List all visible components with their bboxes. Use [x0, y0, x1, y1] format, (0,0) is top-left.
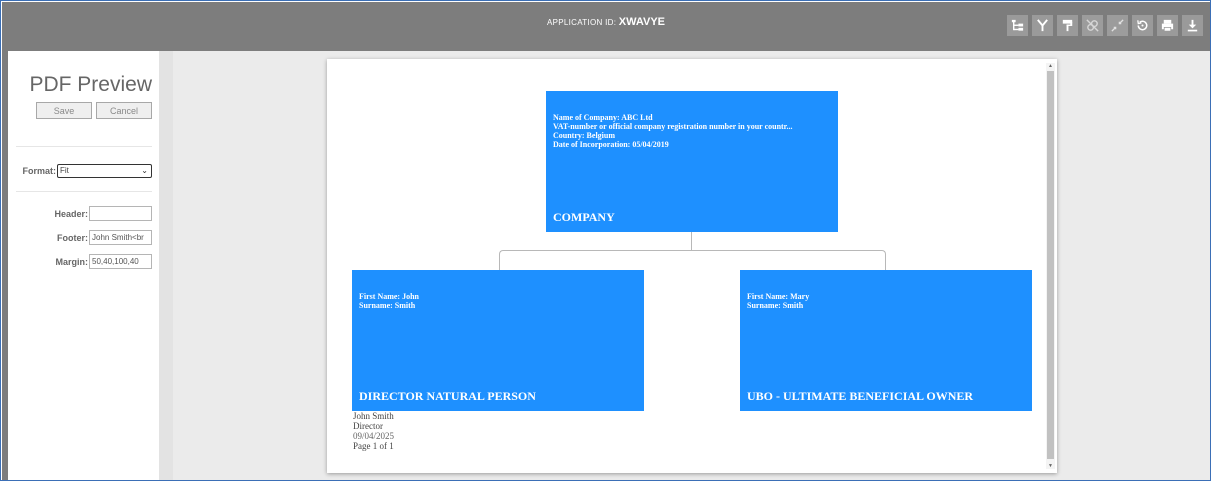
format-label: Format:	[22, 166, 57, 176]
format-select[interactable]: Fit ⌄	[57, 164, 152, 178]
unlink-button[interactable]	[1082, 15, 1103, 36]
top-bar: APPLICATION ID: XWAVYE	[2, 2, 1210, 51]
ubo-detail-line: Surname: Smith	[747, 301, 804, 310]
company-node[interactable]: Name of Company: ABC Ltd VAT-number or o…	[546, 91, 838, 232]
director-detail-line: First Name: John	[359, 292, 419, 301]
application-id-label: APPLICATION ID:	[546, 18, 617, 27]
connector-line	[692, 250, 886, 270]
unlink-icon	[1086, 19, 1099, 32]
format-select-value: Fit	[60, 166, 69, 175]
scrollbar-thumb[interactable]	[1047, 71, 1054, 459]
scroll-up-arrow-icon[interactable]: ▲	[1046, 63, 1055, 69]
collapse-button[interactable]	[1107, 15, 1128, 36]
company-detail-line: VAT-number or official company registrat…	[553, 122, 793, 131]
hierarchy-button[interactable]	[1007, 15, 1028, 36]
preview-edge	[159, 51, 173, 480]
save-button[interactable]: Save	[36, 102, 92, 119]
footer-title: Director	[353, 421, 383, 431]
company-role: COMPANY	[553, 210, 615, 224]
download-button[interactable]	[1182, 15, 1203, 36]
cancel-button[interactable]: Cancel	[96, 102, 152, 119]
director-node[interactable]: First Name: John Surname: Smith DIRECTOR…	[352, 270, 644, 411]
paint-roller-icon	[1062, 19, 1073, 32]
ubo-role: UBO - ULTIMATE BENEFICIAL OWNER	[747, 389, 974, 403]
margin-input[interactable]: 50,40,100,40	[89, 254, 152, 269]
company-detail-line: Date of Incorporation: 05/04/2019	[553, 140, 669, 149]
print-button[interactable]	[1157, 15, 1178, 36]
branch-icon	[1037, 19, 1048, 32]
footer-label: Footer:	[57, 233, 88, 243]
footer-page: Page 1 of 1	[353, 441, 394, 451]
director-detail-line: Surname: Smith	[359, 301, 416, 310]
director-details: First Name: John Surname: Smith	[359, 292, 641, 310]
connector-line	[691, 232, 692, 250]
divider	[16, 191, 152, 192]
divider	[16, 146, 152, 147]
pdf-page[interactable]: Name of Company: ABC Ltd VAT-number or o…	[327, 59, 1057, 473]
director-role: DIRECTOR NATURAL PERSON	[359, 389, 536, 403]
company-details: Name of Company: ABC Ltd VAT-number or o…	[553, 113, 835, 149]
pdf-footer: John Smith Director 09/04/2025 Page 1 of…	[353, 411, 394, 451]
reset-icon	[1137, 20, 1148, 31]
footer-date: 09/04/2025	[353, 431, 395, 441]
company-detail-line: Country: Belgium	[553, 131, 615, 140]
hierarchy-icon	[1011, 19, 1024, 31]
header-input[interactable]	[89, 206, 152, 221]
application-window: APPLICATION ID: XWAVYE PDF Preview Save …	[0, 0, 1211, 481]
print-icon	[1161, 19, 1174, 32]
toolbar	[1007, 15, 1203, 36]
scroll-down-arrow-icon[interactable]: ▼	[1046, 463, 1055, 469]
ubo-detail-line: First Name: Mary	[747, 292, 810, 301]
application-id-value: XWAVYE	[618, 16, 666, 28]
paint-roller-button[interactable]	[1057, 15, 1078, 36]
collapse-icon	[1111, 19, 1124, 32]
header-label: Header:	[54, 209, 88, 219]
company-detail-line: Name of Company: ABC Ltd	[553, 113, 653, 122]
reset-button[interactable]	[1132, 15, 1153, 36]
branch-button[interactable]	[1032, 15, 1053, 36]
ubo-details: First Name: Mary Surname: Smith	[747, 292, 1029, 310]
scrollbar[interactable]: ▲ ▼	[1046, 63, 1055, 469]
panel-title: PDF Preview	[29, 73, 152, 96]
chevron-down-icon: ⌄	[141, 166, 148, 175]
margin-label: Margin:	[55, 257, 89, 267]
footer-input[interactable]: John Smith<br	[89, 230, 152, 245]
connector-line	[499, 250, 693, 270]
ubo-node[interactable]: First Name: Mary Surname: Smith UBO - UL…	[740, 270, 1032, 411]
pdf-settings-panel: PDF Preview Save Cancel Format: Fit ⌄ He…	[8, 51, 159, 480]
download-icon	[1187, 19, 1198, 32]
footer-name: John Smith	[353, 411, 394, 421]
